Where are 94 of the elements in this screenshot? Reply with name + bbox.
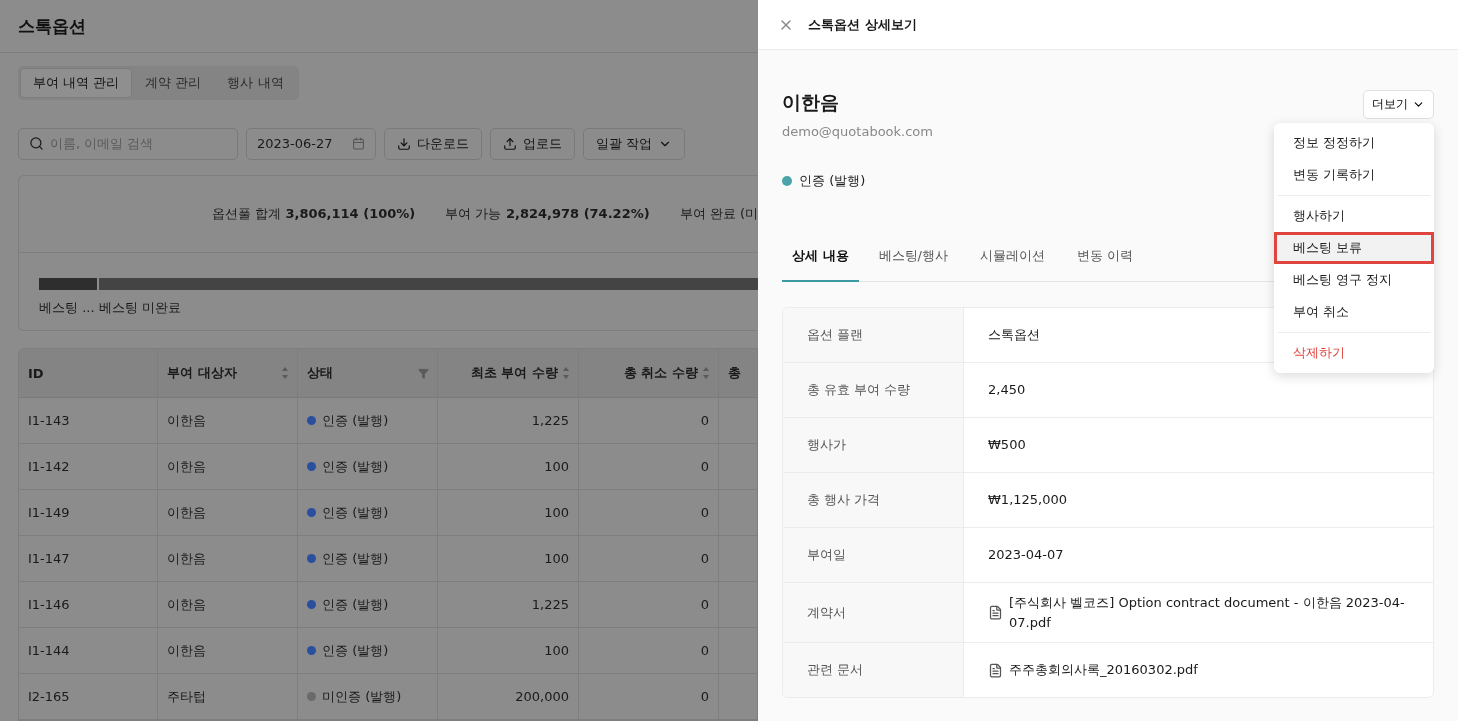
status-text: 인증 (발행) — [322, 457, 389, 476]
table-cell: 100 — [438, 490, 579, 536]
tab[interactable]: 계약 관리 — [132, 68, 215, 98]
table-cell: 0 — [579, 398, 719, 444]
menu-item[interactable]: 베스팅 보류 — [1274, 232, 1434, 264]
tab[interactable]: 변동 이력 — [1066, 237, 1144, 282]
table-cell: I2-165 — [19, 674, 158, 720]
table-cell: 0 — [579, 536, 719, 582]
table-cell: I1-142 — [19, 444, 158, 490]
column-header[interactable]: ID — [19, 349, 158, 398]
person-name: 이한음 — [782, 90, 840, 115]
table-cell: 이한음 — [158, 490, 298, 536]
column-header[interactable]: 최초 부여 수량 — [438, 349, 579, 398]
menu-item[interactable]: 삭제하기 — [1274, 337, 1434, 369]
upload-button[interactable]: 업로드 — [490, 128, 575, 160]
search-icon — [29, 136, 44, 152]
file-link[interactable]: [주식회사 벨코즈] Option contract document - 이한음 2023-04-07.pdf — [1009, 593, 1409, 632]
status-text: 인증 (발행) — [322, 503, 389, 522]
table-cell: 주타텁 — [158, 674, 298, 720]
table-cell: 200,000 — [438, 674, 579, 720]
table-cell: I1-149 — [19, 490, 158, 536]
status-text: 인증 (발행) — [799, 172, 866, 190]
detail-value: 스톡옵션 — [988, 326, 1040, 345]
menu-item[interactable]: 변동 기록하기 — [1274, 159, 1434, 191]
table-cell: 이한음 — [158, 444, 298, 490]
table-cell: I1-143 — [19, 398, 158, 444]
table-cell: 이한음 — [158, 582, 298, 628]
detail-value: 2,450 — [988, 381, 1026, 400]
column-header[interactable]: 총 — [719, 349, 758, 398]
upload-icon — [503, 136, 517, 151]
status-text: 인증 (발행) — [322, 549, 389, 568]
more-button[interactable]: 더보기 — [1363, 90, 1434, 119]
calendar-icon — [352, 137, 365, 151]
table-cell: 0 — [579, 490, 719, 536]
column-header[interactable]: 부여 대상자 — [158, 349, 298, 398]
file-link[interactable]: 주주총회의사록_20160302.pdf — [1009, 660, 1198, 680]
detail-label: 옵션 플랜 — [783, 308, 964, 362]
filter-icon[interactable] — [418, 367, 429, 379]
detail-label: 행사가 — [783, 418, 964, 472]
menu-item[interactable]: 베스팅 영구 정지 — [1274, 264, 1434, 296]
detail-value: 2023-04-07 — [988, 546, 1064, 565]
table-cell: 100 — [438, 444, 579, 490]
menu-item[interactable]: 부여 취소 — [1274, 296, 1434, 328]
dropdown-button[interactable]: 일괄 작업 — [583, 128, 686, 160]
table-cell: 0 — [579, 444, 719, 490]
detail-label: 총 행사 가격 — [783, 473, 964, 527]
menu-item[interactable]: 행사하기 — [1274, 200, 1434, 232]
detail-value: ₩500 — [988, 436, 1026, 455]
table-cell: 100 — [438, 536, 579, 582]
file-icon — [988, 662, 1003, 678]
tab[interactable]: 상세 내용 — [782, 237, 859, 282]
table-cell: I1-146 — [19, 582, 158, 628]
column-header[interactable]: 상태 — [298, 349, 438, 398]
menu-item[interactable]: 정보 정정하기 — [1274, 127, 1434, 159]
table-cell: 이한음 — [158, 398, 298, 444]
summary-stat: 부여 완료 (미 — [679, 204, 758, 223]
column-header[interactable]: 총 취소 수량 — [579, 349, 719, 398]
status-text: 인증 (발행) — [322, 595, 389, 614]
detail-label: 부여일 — [783, 528, 964, 582]
table-cell: 1,225 — [438, 398, 579, 444]
status-text: 미인증 (발행) — [322, 687, 402, 706]
table-cell: 0 — [579, 582, 719, 628]
page-title: 스톡옵션 — [18, 14, 86, 38]
sort-icon[interactable] — [562, 366, 570, 380]
table-cell: I1-144 — [19, 628, 158, 674]
drawer-title: 스톡옵션 상세보기 — [808, 15, 917, 34]
file-icon — [988, 605, 1003, 620]
summary-stat: 부여 가능 2,824,978 (74.22%) — [445, 204, 650, 223]
table-cell: 100 — [438, 628, 579, 674]
tab[interactable]: 베스팅/행사 — [868, 237, 958, 282]
detail-label: 계약서 — [783, 583, 964, 642]
bar-label: 베스팅 ... — [39, 298, 95, 317]
detail-value: ₩1,125,000 — [988, 491, 1067, 510]
tab[interactable]: 행사 내역 — [214, 68, 297, 98]
detail-label: 총 유효 부여 수량 — [783, 363, 964, 417]
table-cell: 0 — [579, 674, 719, 720]
download-button[interactable]: 다운로드 — [384, 128, 482, 160]
status-text: 인증 (발행) — [322, 411, 389, 430]
tab[interactable]: 부여 내역 관리 — [20, 68, 133, 98]
bar-label: 베스팅 미완료 — [98, 298, 181, 317]
table-cell: 0 — [579, 628, 719, 674]
summary-stat: 옵션풀 합계 3,806,114 (100%) — [211, 204, 416, 223]
sort-icon[interactable] — [702, 366, 710, 380]
email-text: demo@quotabook.com — [782, 124, 933, 139]
table-cell: 이한음 — [158, 628, 298, 674]
download-icon — [397, 136, 411, 151]
detail-label: 관련 문서 — [783, 643, 964, 697]
date-field[interactable]: 2023-06-27 — [246, 128, 376, 160]
sort-icon[interactable] — [281, 366, 289, 380]
table-cell: I1-147 — [19, 536, 158, 582]
status-text: 인증 (발행) — [322, 641, 389, 660]
table-cell: 1,225 — [438, 582, 579, 628]
tab[interactable]: 시뮬레이션 — [969, 237, 1055, 282]
table-cell: 이한음 — [158, 536, 298, 582]
